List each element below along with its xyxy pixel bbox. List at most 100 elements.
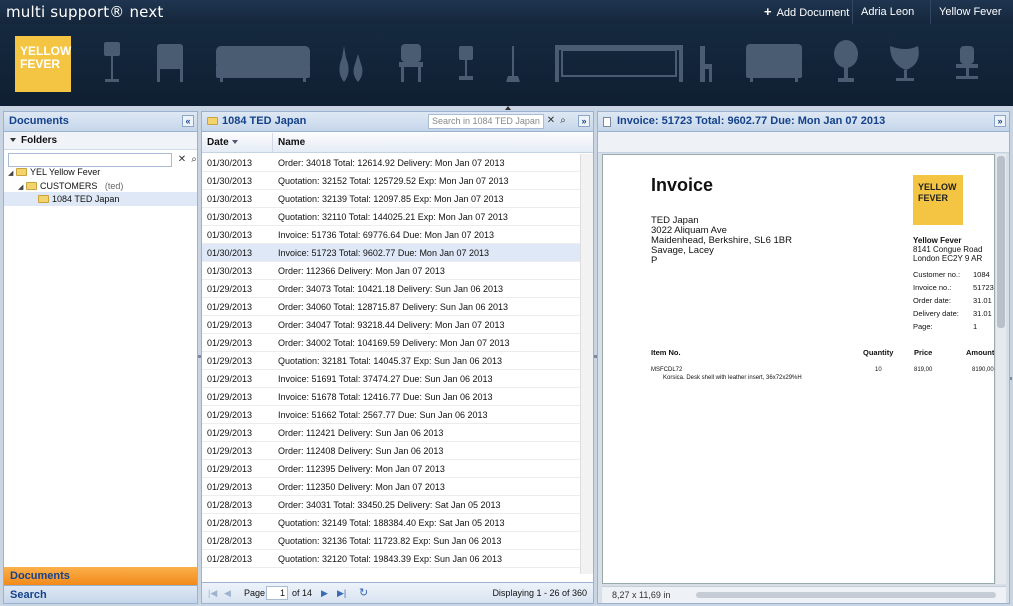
row-name: Order: 34002 Total: 104169.59 Delivery: …: [278, 338, 510, 348]
table-row[interactable]: 01/30/2013 Quotation: 32110 Total: 144025…: [202, 208, 580, 226]
prev-page-icon[interactable]: ◀: [224, 583, 231, 603]
row-name: Order: 34047 Total: 93218.44 Delivery: M…: [278, 320, 505, 330]
line-item-amount: 8190,00: [972, 367, 994, 373]
triangle-down-icon: [10, 138, 16, 143]
column-name-label: Name: [278, 137, 306, 148]
refresh-icon[interactable]: ↻: [359, 583, 368, 603]
user-menu[interactable]: Adria Leon: [852, 0, 930, 39]
row-name: Quotation: 32110 Total: 144025.21 Exp: M…: [278, 212, 508, 222]
grid-scrollbar[interactable]: [580, 154, 593, 574]
invoice-heading: Invoice: [651, 175, 714, 195]
row-name: Invoice: 51691 Total: 37474.27 Due: Sun …: [278, 374, 493, 384]
invoice-logo: YELLOW FEVER: [913, 175, 963, 225]
tree-item-yellow-fever[interactable]: ◢ YEL Yellow Fever: [4, 165, 100, 179]
row-name: Order: 112366 Delivery: Mon Jan 07 2013: [278, 266, 445, 276]
table-row[interactable]: 01/29/2013 Invoice: 51678 Total: 12416.77…: [202, 388, 580, 406]
scrollbar-thumb[interactable]: [997, 156, 1005, 328]
table-row[interactable]: 01/30/2013 Order: 34018 Total: 12614.92 D…: [202, 154, 580, 172]
documents-panel-header: Documents «: [4, 112, 197, 132]
expand-options-button[interactable]: »: [578, 115, 590, 127]
table-row[interactable]: 01/29/2013 Order: 112350 Delivery: Mon Ja…: [202, 478, 580, 496]
table-row[interactable]: 01/29/2013 Quotation: 32181 Total: 14045.…: [202, 352, 580, 370]
documents-tab[interactable]: Documents: [4, 567, 197, 585]
grid-header: Date Name: [202, 133, 593, 153]
tree-item-label: CUSTOMERS: [40, 181, 98, 191]
page-number-input[interactable]: 1: [266, 586, 288, 600]
row-name: Order: 112421 Delivery: Sun Jan 06 2013: [278, 428, 444, 438]
row-name: Invoice: 51678 Total: 12416.77 Due: Sun …: [278, 392, 493, 402]
tree-item-code: YEL: [30, 167, 47, 177]
table-row[interactable]: 01/30/2013 Order: 112366 Delivery: Mon Ja…: [202, 262, 580, 280]
tree-item-customers[interactable]: ◢ CUSTOMERS (ted): [4, 179, 123, 193]
customer-no-value: 1084: [973, 270, 990, 279]
invoice-logo-line-2: FEVER: [918, 193, 949, 203]
row-date: 01/30/2013: [207, 212, 253, 222]
table-row[interactable]: 01/28/2013 Quotation: 32120 Total: 19843.…: [202, 550, 580, 568]
invoice-no-value: 51723: [973, 283, 994, 292]
table-row[interactable]: 01/28/2013 Quotation: 32136 Total: 11723.…: [202, 532, 580, 550]
first-page-icon[interactable]: |◀: [208, 583, 217, 603]
documents-panel-title: Documents: [9, 115, 69, 127]
row-date: 01/30/2013: [207, 248, 253, 258]
page-label: Page:: [913, 322, 933, 331]
column-header-date[interactable]: Date: [202, 133, 273, 153]
preview-horizontal-scrollbar[interactable]: [696, 592, 996, 598]
table-row[interactable]: 01/29/2013 Order: 34073 Total: 10421.18 D…: [202, 280, 580, 298]
app-brand[interactable]: multi support® next: [6, 3, 164, 21]
row-name: Quotation: 32149 Total: 188384.40 Exp: S…: [278, 518, 505, 528]
column-header-name[interactable]: Name: [274, 133, 305, 153]
table-row[interactable]: 01/29/2013 Invoice: 51662 Total: 2567.77 …: [202, 406, 580, 424]
folder-icon: [38, 194, 49, 203]
row-name: Quotation: 32139 Total: 12097.85 Exp: Mo…: [278, 194, 504, 204]
preview-vertical-scrollbar[interactable]: [996, 154, 1006, 584]
table-row[interactable]: 01/29/2013 Order: 34047 Total: 93218.44 D…: [202, 316, 580, 334]
table-row[interactable]: 01/28/2013 Quotation: 32149 Total: 188384…: [202, 514, 580, 532]
clear-icon[interactable]: ✕: [545, 114, 557, 129]
clear-icon[interactable]: ✕: [176, 153, 188, 167]
row-date: 01/29/2013: [207, 464, 253, 474]
company-menu[interactable]: Yellow Fever: [930, 0, 1013, 39]
table-row[interactable]: 01/29/2013 Order: 112408 Delivery: Sun Ja…: [202, 442, 580, 460]
table-row[interactable]: 01/29/2013 Order: 112421 Delivery: Sun Ja…: [202, 424, 580, 442]
table-row[interactable]: 01/29/2013 Invoice: 51691 Total: 37474.27…: [202, 370, 580, 388]
table-row[interactable]: 01/30/2013 Quotation: 32139 Total: 12097.…: [202, 190, 580, 208]
add-document-button[interactable]: + Add Document: [756, 0, 857, 24]
quantity-header: Quantity: [863, 348, 894, 357]
table-row[interactable]: 01/30/2013 Invoice: 51736 Total: 69776.64…: [202, 226, 580, 244]
table-row[interactable]: 01/29/2013 Order: 34002 Total: 104169.59 …: [202, 334, 580, 352]
preview-panel: Invoice: 51723 Total: 9602.77 Due: Mon J…: [597, 111, 1010, 604]
search-tab[interactable]: Search: [4, 585, 197, 603]
invoice-no-label: Invoice no.:: [913, 283, 952, 292]
tree-item-1084-ted-japan[interactable]: 1084 TED Japan: [4, 192, 197, 206]
collapse-right-button[interactable]: »: [994, 115, 1006, 127]
top-bar: multi support® next + Add Document Adria …: [0, 0, 1013, 39]
preview-title: Invoice: 51723 Total: 9602.77 Due: Mon J…: [617, 115, 886, 127]
table-row[interactable]: 01/28/2013 Order: 34031 Total: 33450.25 D…: [202, 496, 580, 514]
customer-no-label: Customer no.:: [913, 270, 961, 279]
row-name: Quotation: 32152 Total: 125729.52 Exp: M…: [278, 176, 509, 186]
table-row[interactable]: 01/30/2013 Quotation: 32152 Total: 125729…: [202, 172, 580, 190]
search-icon[interactable]: ⌕: [188, 153, 200, 167]
furniture-silhouettes: [104, 40, 978, 82]
order-date-label: Order date:: [913, 296, 951, 305]
table-row[interactable]: 01/29/2013 Order: 34060 Total: 128715.87 …: [202, 298, 580, 316]
line-item-quantity: 10: [875, 367, 882, 373]
row-date: 01/30/2013: [207, 194, 253, 204]
delivery-date-value: 31.01: [973, 309, 992, 318]
row-date: 01/28/2013: [207, 536, 253, 546]
row-date: 01/29/2013: [207, 410, 253, 420]
folders-header[interactable]: Folders: [4, 132, 197, 150]
documents-panel: Documents « Folders ✕ ⌕ ◢ YEL Yellow Feve…: [3, 111, 198, 604]
last-page-icon[interactable]: ▶|: [337, 583, 346, 603]
collapse-left-button[interactable]: «: [182, 115, 194, 127]
search-icon[interactable]: ⌕: [557, 114, 569, 129]
row-date: 01/29/2013: [207, 338, 253, 348]
price-header: Price: [914, 348, 933, 357]
next-page-icon[interactable]: ▶: [321, 583, 328, 603]
plus-icon: +: [764, 4, 772, 19]
table-row[interactable]: 01/29/2013 Order: 112395 Delivery: Mon Ja…: [202, 460, 580, 478]
document-search-input[interactable]: Search in 1084 TED Japan: [428, 114, 544, 129]
customer-address-4: P: [651, 255, 658, 266]
collapse-banner-icon[interactable]: [505, 106, 511, 110]
table-row[interactable]: 01/30/2013 Invoice: 51723 Total: 9602.77 …: [202, 244, 580, 262]
